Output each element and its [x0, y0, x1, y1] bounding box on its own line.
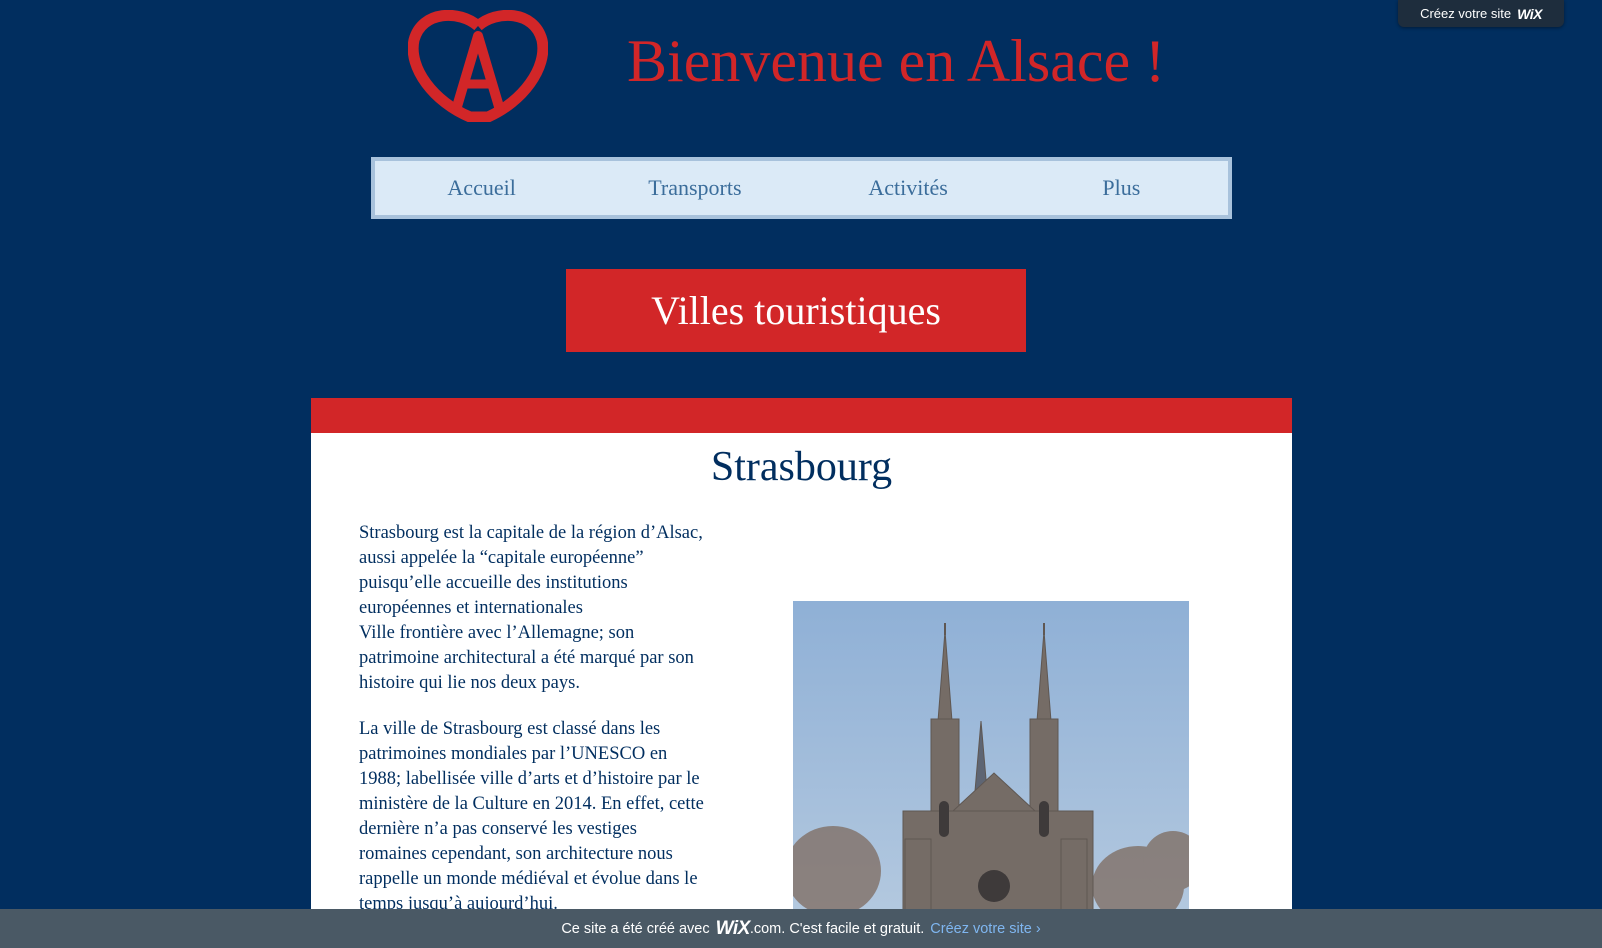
- villes-touristiques-button[interactable]: Villes touristiques: [566, 269, 1026, 352]
- city-description: Strasbourg est la capitale de la région …: [359, 521, 704, 938]
- main-nav: Accueil Transports Activités Plus: [371, 157, 1232, 219]
- footer-suffix: .com. C'est facile et gratuit.: [749, 920, 925, 937]
- create-site-banner[interactable]: Créez votre site WiX: [1398, 0, 1564, 27]
- footer-prefix: Ce site a été créé avec: [561, 920, 710, 937]
- nav-item-activites[interactable]: Activités: [802, 175, 1015, 201]
- create-site-label: Créez votre site: [1420, 6, 1512, 21]
- cathedral-photo: [793, 601, 1189, 948]
- footer-wix-logo: WiX: [715, 917, 751, 939]
- panel-header-strip: [311, 398, 1292, 433]
- city-panel: Strasbourg Strasbourg est la capitale de…: [311, 433, 1292, 948]
- city-paragraph-1: Strasbourg est la capitale de la région …: [359, 523, 703, 618]
- site-title: Bienvenue en Alsace !: [627, 28, 1166, 94]
- nav-item-plus[interactable]: Plus: [1015, 175, 1228, 201]
- wix-logo: WiX: [1517, 5, 1542, 22]
- city-paragraph-2: Ville frontière avec l’Allemagne; son pa…: [359, 623, 694, 693]
- city-paragraph-3: La ville de Strasbourg est classé dans l…: [359, 719, 704, 914]
- city-title: Strasbourg: [710, 444, 893, 490]
- footer-create-site-link[interactable]: Créez votre site ›: [930, 921, 1040, 937]
- nav-item-accueil[interactable]: Accueil: [375, 175, 588, 201]
- alsace-logo-icon[interactable]: [407, 9, 549, 123]
- nav-item-transports[interactable]: Transports: [588, 175, 801, 201]
- wix-footer-banner: Ce site a été créé avec WiX .com. C'est …: [0, 909, 1602, 948]
